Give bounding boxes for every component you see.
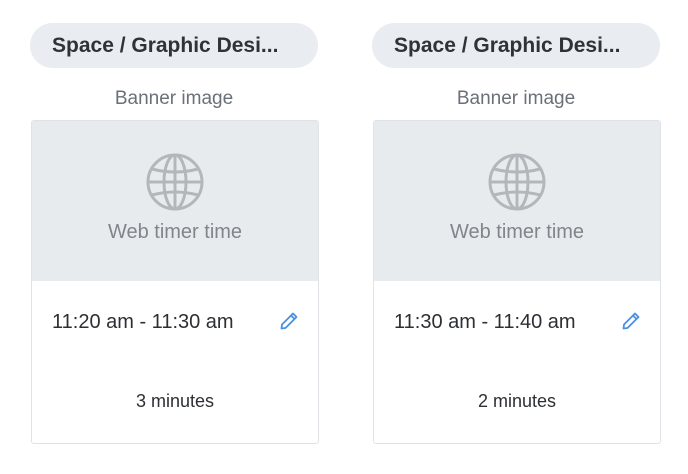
space-chip[interactable]: Space / Graphic Desi... [372, 23, 660, 68]
space-chip[interactable]: Space / Graphic Desi... [30, 23, 318, 68]
globe-icon [146, 153, 204, 211]
banner-image-label: Banner image [114, 88, 234, 109]
banner-image-placeholder[interactable]: Web timer time [374, 121, 660, 281]
space-chip-label: Space / Graphic Desi... [52, 33, 279, 57]
pencil-icon[interactable] [278, 309, 300, 331]
time-range: 11:30 am - 11:40 am [394, 311, 576, 333]
duration-text: 2 minutes [477, 391, 557, 411]
globe-icon [488, 153, 546, 211]
space-chip-label: Space / Graphic Desi... [394, 33, 621, 57]
banner-image-label: Banner image [456, 88, 576, 109]
session-card: Web timer time 11:20 am - 11:30 am 3 min… [31, 120, 319, 444]
banner-image-placeholder[interactable]: Web timer time [32, 121, 318, 281]
session-card: Web timer time 11:30 am - 11:40 am 2 min… [373, 120, 661, 444]
duration-text: 3 minutes [135, 391, 215, 411]
banner-caption: Web timer time [107, 221, 243, 243]
banner-caption: Web timer time [449, 221, 585, 243]
time-range: 11:20 am - 11:30 am [52, 311, 234, 333]
pencil-icon[interactable] [620, 309, 642, 331]
